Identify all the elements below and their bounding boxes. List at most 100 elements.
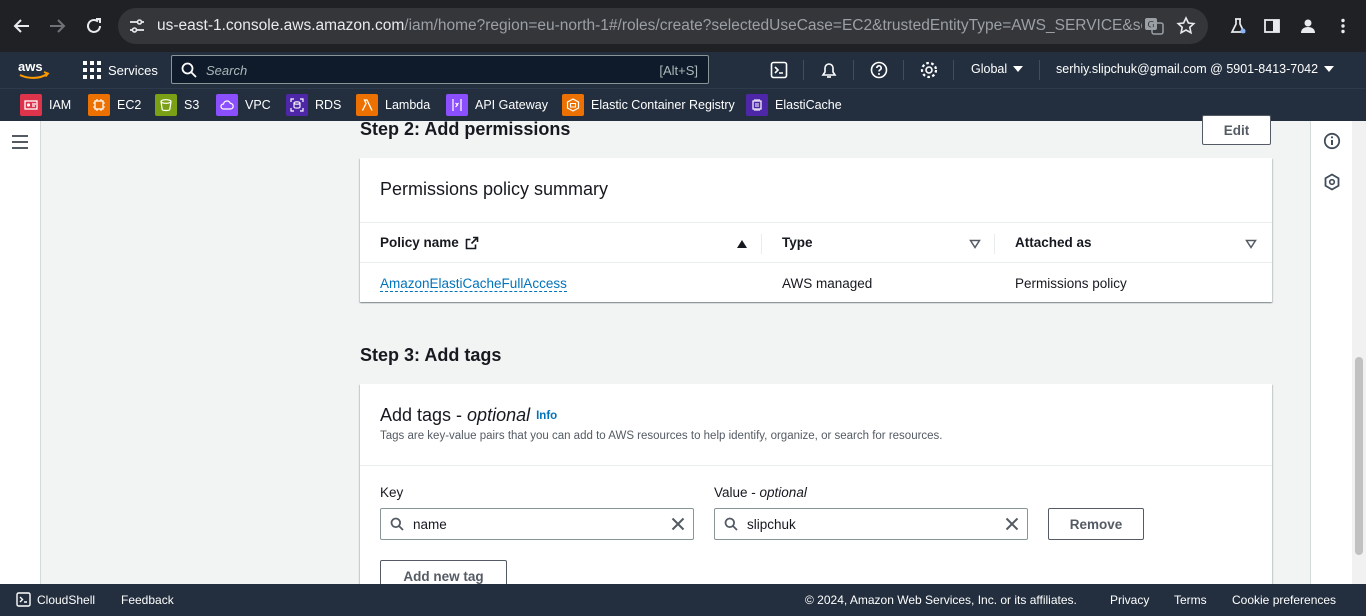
search-icon [390, 517, 404, 531]
favorite-vpc[interactable]: VPC [216, 94, 271, 116]
privacy-link[interactable]: Privacy [1110, 593, 1149, 607]
clear-icon[interactable] [1005, 517, 1019, 531]
table-header: Policy name Type Attached as [360, 222, 1272, 263]
favorite-api-gateway[interactable]: API Gateway [446, 94, 548, 116]
aws-logo[interactable]: aws [17, 58, 51, 82]
labs-flask-icon[interactable] [1226, 14, 1250, 38]
aws-top-navigation: aws Services Search [Alt+S] Global serhi… [0, 52, 1366, 88]
vpc-cloud-icon [216, 94, 238, 116]
column-header-type[interactable]: Type [782, 235, 813, 250]
console-footer: CloudShell Feedback © 2024, Amazon Web S… [0, 584, 1366, 616]
cloudshell-link[interactable]: CloudShell [37, 593, 95, 607]
favorite-rds[interactable]: RDS [286, 94, 341, 116]
rds-database-icon [286, 94, 308, 116]
policy-link[interactable]: AmazonElastiCacheFullAccess [380, 276, 567, 292]
side-panel-icon[interactable] [1260, 14, 1284, 38]
nav-divider [853, 60, 854, 80]
favorite-elasticache[interactable]: ElastiCache [746, 94, 842, 116]
sort-ascending-icon[interactable] [736, 239, 748, 249]
nav-divider [803, 60, 804, 80]
back-icon[interactable] [9, 13, 35, 39]
copyright-text: © 2024, Amazon Web Services, Inc. or its… [805, 593, 1077, 607]
reload-icon[interactable] [81, 13, 107, 39]
translate-icon[interactable]: G [1144, 16, 1164, 41]
add-tags-title: Add tags - optional Info [380, 405, 558, 425]
nav-divider [953, 60, 954, 80]
nav-divider [1039, 60, 1040, 80]
favorite-ecr[interactable]: Elastic Container Registry [562, 94, 735, 116]
resource-hexagon-icon[interactable] [1322, 172, 1342, 192]
favorites-bar: IAM EC2 S3 VPC RDS Lambda API Gateway El… [0, 88, 1366, 121]
feedback-link[interactable]: Feedback [121, 593, 174, 607]
svg-text:aws: aws [18, 59, 43, 74]
info-link[interactable]: Info [536, 410, 557, 422]
forward-icon[interactable] [44, 13, 70, 39]
address-bar[interactable]: us-east-1.console.aws.amazon.com/iam/hom… [118, 8, 1208, 44]
svg-text:G: G [1148, 21, 1155, 31]
site-info-icon[interactable] [128, 17, 146, 35]
permissions-policy-summary-card: Permissions policy summary Policy name T… [360, 158, 1272, 302]
policy-type-cell: AWS managed [782, 276, 873, 291]
value-label: Value - optional [714, 485, 807, 500]
search-icon [181, 62, 197, 78]
cloudshell-icon[interactable] [769, 60, 789, 80]
key-label: Key [380, 485, 404, 500]
services-menu[interactable]: Services [83, 61, 158, 79]
column-header-policy-name[interactable]: Policy name [380, 235, 479, 250]
console-search-input[interactable]: Search [Alt+S] [171, 55, 709, 84]
services-grid-icon [83, 61, 101, 79]
favorite-lambda[interactable]: Lambda [356, 94, 430, 116]
page-scrollbar[interactable] [1352, 121, 1366, 584]
account-menu[interactable]: serhiy.slipchuk@gmail.com @ 5901-8413-70… [1056, 62, 1335, 76]
api-gateway-icon [446, 94, 468, 116]
lambda-icon [356, 94, 378, 116]
column-divider [994, 234, 995, 254]
container-registry-icon [562, 94, 584, 116]
region-selector[interactable]: Global [971, 62, 1024, 76]
remove-tag-button[interactable]: Remove [1048, 508, 1144, 540]
notifications-bell-icon[interactable] [819, 60, 839, 80]
tag-key-input[interactable]: name [380, 508, 694, 540]
tools-panel-rail [1310, 121, 1352, 584]
hamburger-menu-icon[interactable] [12, 135, 28, 153]
profile-icon[interactable] [1296, 14, 1320, 38]
browser-menu-icon[interactable] [1331, 14, 1355, 38]
sort-caret-down-icon[interactable] [969, 239, 981, 249]
sort-caret-down-icon[interactable] [1245, 239, 1257, 249]
help-icon[interactable] [869, 60, 889, 80]
favorite-iam[interactable]: IAM [20, 94, 71, 116]
external-link-icon [465, 236, 479, 249]
side-navigation-panel [0, 121, 41, 584]
terms-link[interactable]: Terms [1174, 593, 1207, 607]
cloudshell-icon[interactable] [16, 592, 31, 607]
info-panel-icon[interactable] [1322, 131, 1342, 151]
search-placeholder: Search [206, 63, 248, 78]
url-text: us-east-1.console.aws.amazon.com/iam/hom… [157, 17, 1142, 34]
tag-value-value: slipchuk [747, 517, 796, 532]
iam-icon [20, 94, 42, 116]
elasticache-icon [746, 94, 768, 116]
clear-icon[interactable] [671, 517, 685, 531]
tag-value-input[interactable]: slipchuk [714, 508, 1028, 540]
cookie-preferences-link[interactable]: Cookie preferences [1232, 593, 1336, 607]
edit-permissions-button[interactable]: Edit [1202, 115, 1271, 145]
bookmark-star-icon[interactable] [1176, 16, 1196, 41]
step3-heading: Step 3: Add tags [360, 345, 502, 365]
search-icon [724, 517, 738, 531]
tag-key-value: name [413, 517, 447, 532]
settings-gear-icon[interactable] [919, 60, 939, 80]
permissions-summary-title: Permissions policy summary [380, 179, 609, 199]
policy-name-cell: AmazonElastiCacheFullAccess [380, 276, 567, 292]
favorite-ec2[interactable]: EC2 [88, 94, 141, 116]
step2-heading: Step 2: Add permissions [360, 119, 571, 139]
browser-toolbar: us-east-1.console.aws.amazon.com/iam/hom… [0, 0, 1366, 52]
column-header-attached-as[interactable]: Attached as [1015, 235, 1092, 250]
favorite-s3[interactable]: S3 [155, 94, 199, 116]
s3-bucket-icon [155, 94, 177, 116]
column-divider [761, 234, 762, 254]
scrollbar-thumb[interactable] [1355, 357, 1363, 555]
attached-as-cell: Permissions policy [1015, 276, 1127, 291]
nav-divider [903, 60, 904, 80]
ec2-icon [88, 94, 110, 116]
add-tags-card: Add tags - optional Info Tags are key-val… [360, 384, 1272, 604]
